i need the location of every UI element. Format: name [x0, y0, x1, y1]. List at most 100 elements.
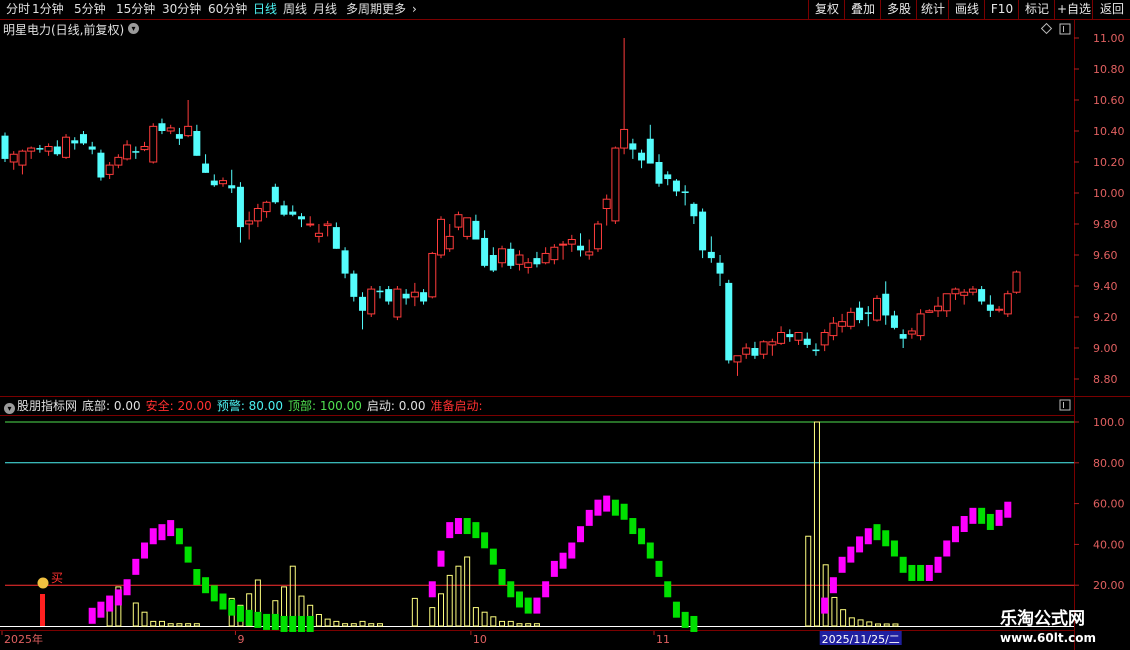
oscillator-block — [829, 577, 837, 594]
oscillator-block — [97, 601, 105, 618]
candle-body-up — [768, 341, 777, 346]
indicator-bar: ▾ 股朋指标网 底部: 0.00 安全: 20.00 预警: 80.00 顶部: 100.… — [0, 397, 1074, 415]
candle-body-up — [524, 262, 533, 268]
candle-body-up — [777, 332, 786, 344]
oscillator-block — [951, 526, 959, 543]
oscillator-block — [489, 548, 497, 565]
candle-body-down — [489, 255, 497, 271]
oscillator-block — [856, 536, 864, 553]
volume-bar — [359, 620, 366, 627]
oscillator-block — [882, 530, 890, 547]
candle-body-up — [18, 150, 27, 166]
candle-body-down — [646, 138, 654, 164]
candle-body-up — [838, 321, 847, 327]
indicator-name[interactable]: 股朋指标网 — [17, 399, 77, 413]
candle-body-up — [620, 128, 629, 149]
candle-body-up — [515, 254, 524, 265]
candle-body-up — [166, 127, 175, 132]
candle-body-up — [219, 180, 227, 185]
candle-body-up — [410, 291, 419, 298]
candle-body-up — [541, 252, 550, 264]
volume-bar — [813, 421, 820, 627]
candle-body-down — [280, 205, 288, 215]
volume-bar — [875, 623, 881, 627]
candle-body-up — [1003, 293, 1012, 315]
oscillator-block — [620, 503, 628, 520]
oscillator-block — [228, 599, 236, 616]
buy-signal-bar — [40, 594, 45, 626]
candle-body-down — [132, 151, 140, 153]
price-tick-label: 9.80 — [1093, 218, 1118, 231]
oscillator-block — [149, 528, 157, 545]
oscillator-block — [873, 524, 881, 541]
candle-body-up — [105, 164, 114, 175]
volume-bar — [831, 596, 838, 627]
candle-body-down — [350, 273, 358, 297]
oscillator-block — [524, 597, 532, 614]
oscillator-block — [158, 524, 166, 541]
oscillator-block — [306, 615, 314, 632]
candle-body-down — [629, 143, 637, 150]
oscillator-block — [507, 581, 515, 598]
window-icon[interactable] — [1059, 23, 1071, 35]
oscillator-axis: 100.0 80.00 60.00 40.00 20.00 — [1074, 416, 1125, 592]
candle-body-down — [402, 293, 410, 299]
candle-body-up — [262, 201, 271, 213]
indicator-value-2: 预警: 80.00 — [216, 399, 284, 413]
candle-body-up — [567, 239, 576, 245]
candle-body-up — [437, 218, 445, 256]
oscillator-block — [568, 542, 576, 559]
oscillator-block — [550, 560, 558, 577]
candle-body-up — [253, 208, 262, 222]
chevron-down-icon[interactable]: ▾ — [4, 403, 15, 414]
candle-body-down — [707, 251, 715, 259]
candle-body-up — [140, 146, 149, 151]
candle-body-down — [716, 262, 724, 274]
volume-bar — [315, 614, 322, 627]
price-tick-label: 10.40 — [1093, 125, 1125, 138]
price-tick-label: 9.60 — [1093, 249, 1118, 262]
candle-body-down — [507, 248, 515, 266]
oscillator-block — [559, 552, 567, 569]
oscillator-block — [943, 540, 951, 557]
volume-bar — [516, 623, 523, 627]
candle-body-down — [236, 186, 244, 228]
candle-body-up — [742, 347, 751, 355]
volume-bar — [132, 602, 139, 627]
candle-body-up — [184, 125, 193, 137]
oscillator-block — [297, 615, 305, 632]
candle-body-up — [498, 248, 507, 264]
candle-body-down — [690, 203, 698, 217]
candle-body-down — [332, 227, 340, 249]
volume-bar — [176, 623, 183, 627]
volume-bar — [333, 620, 340, 627]
candle-body-down — [97, 152, 105, 178]
indicator-value-3: 顶部: 100.00 — [288, 399, 362, 413]
price-tick-label: 9.40 — [1093, 280, 1118, 293]
price-tick-label: 10.60 — [1093, 94, 1125, 107]
volume-bar — [533, 623, 540, 627]
candle-body-up — [27, 147, 36, 152]
date-label: 11 — [656, 633, 670, 646]
diamond-icon[interactable] — [1040, 22, 1053, 35]
oscillator-block — [821, 597, 829, 614]
indicator-value-4: 启动: 0.00 — [366, 399, 426, 413]
price-tick-label: 10.00 — [1093, 187, 1125, 200]
oscillator-block — [106, 595, 114, 612]
candle-body-up — [44, 146, 53, 152]
candle-body-up — [323, 223, 332, 227]
oscillator-block — [969, 507, 977, 524]
candle-body-up — [454, 214, 463, 228]
oscillator-block — [847, 546, 855, 563]
price-tick-label: 8.80 — [1093, 373, 1118, 386]
volume-bar — [805, 535, 812, 627]
volume-bar — [446, 574, 453, 627]
candle-body-down — [385, 289, 393, 302]
volume-bar — [342, 623, 349, 627]
oscillator-block — [603, 495, 611, 512]
volume-bar — [438, 593, 444, 627]
volume-bar — [167, 623, 174, 627]
osc-tick-label: 80.00 — [1093, 457, 1125, 470]
oscillator-block — [611, 499, 619, 516]
volume-bar — [464, 556, 471, 627]
